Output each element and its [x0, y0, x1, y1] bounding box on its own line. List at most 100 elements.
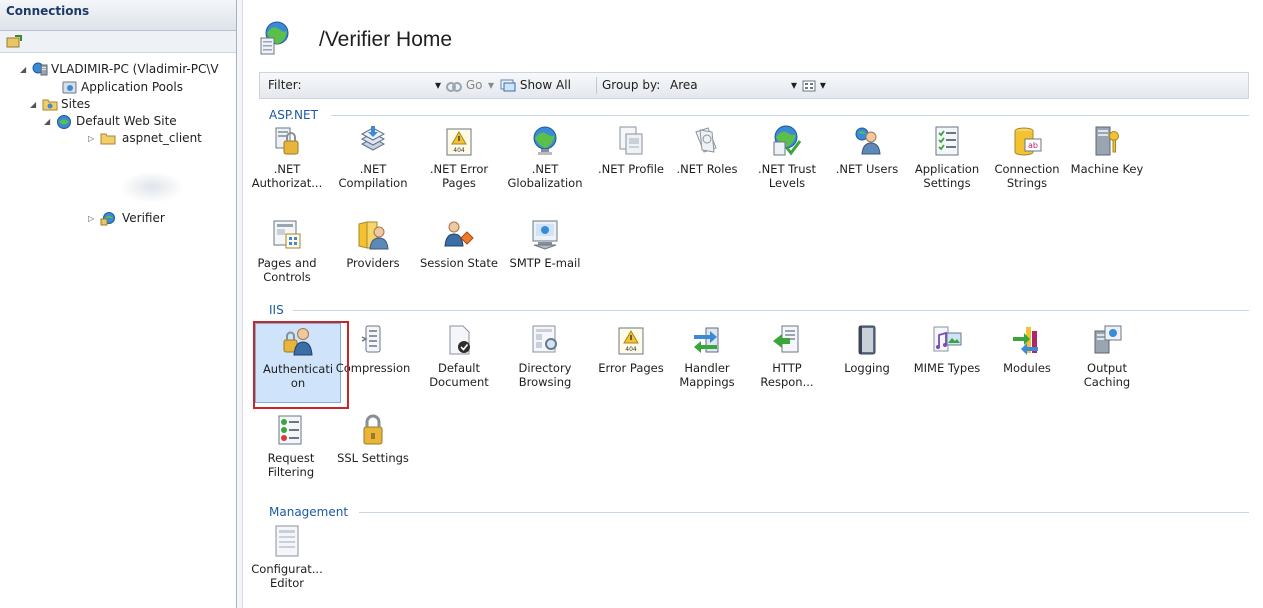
tree-item-verifier[interactable]: ▷ Verifier [0, 210, 236, 227]
collapse-arrow-icon[interactable]: ◢ [30, 100, 39, 109]
feature-net-authorization[interactable]: .NET Authorizat... [247, 124, 327, 190]
feature-connection-strings[interactable]: ab Connection Strings [987, 124, 1067, 190]
feature-label: Session State [420, 256, 498, 270]
net-error-pages-icon: 404 [442, 124, 476, 158]
feature-label: .NET Roles [676, 162, 738, 176]
view-dropdown-arrow-icon[interactable]: ▾ [820, 78, 826, 92]
connections-pane: Connections ◢ VLADIMIR-PC (Vladimir-PC\V… [0, 0, 237, 608]
filter-dropdown-arrow-icon[interactable]: ▾ [435, 78, 441, 92]
group-by-dropdown-arrow-icon[interactable]: ▾ [791, 78, 797, 92]
feature-mime-types[interactable]: MIME Types [907, 323, 987, 375]
feature-label: SMTP E-mail [509, 256, 581, 270]
tree-item-label: Verifier [122, 211, 165, 225]
feature-request-filtering[interactable]: Request Filtering [251, 413, 331, 479]
expand-arrow-icon[interactable]: ▷ [88, 134, 97, 143]
tree-item-sites[interactable]: ◢ Sites [0, 96, 236, 113]
handler-mappings-icon [690, 323, 724, 357]
feature-session-state[interactable]: Session State [419, 218, 499, 270]
providers-icon [356, 218, 390, 252]
feature-logging[interactable]: Logging [827, 323, 907, 375]
net-users-icon [850, 124, 884, 158]
collapse-arrow-icon[interactable]: ◢ [20, 65, 29, 74]
svg-text:404: 404 [625, 346, 637, 353]
go-label: Go [465, 78, 483, 92]
group-by-value: Area [670, 78, 698, 92]
group-divider [359, 512, 1249, 513]
mime-types-icon [930, 323, 964, 357]
feature-label: .NET Globalization [507, 162, 583, 190]
tree-item-default-web-site[interactable]: ◢ Default Web Site [0, 113, 236, 130]
feature-net-globalization[interactable]: .NET Globalization [505, 124, 585, 190]
error-pages-icon: 404 [614, 323, 648, 357]
feature-default-document[interactable]: Default Document [419, 323, 499, 389]
toolbar-separator [596, 77, 597, 94]
request-filtering-icon [274, 413, 308, 447]
feature-smtp-email[interactable]: SMTP E-mail [505, 218, 585, 270]
go-button[interactable]: Go [446, 78, 482, 92]
feature-pages-and-controls[interactable]: Pages and Controls [247, 218, 327, 284]
new-connection-icon[interactable] [6, 34, 22, 49]
feature-machine-key[interactable]: Machine Key [1067, 124, 1147, 176]
folder-icon [100, 131, 116, 146]
filter-label: Filter: [268, 78, 302, 92]
feature-label: Error Pages [598, 361, 664, 375]
feature-configuration-editor[interactable]: Configurat... Editor [247, 524, 327, 590]
connection-strings-icon: ab [1010, 124, 1044, 158]
feature-net-users[interactable]: .NET Users [827, 124, 907, 176]
feature-http-response-headers[interactable]: HTTP Respon... [747, 323, 827, 389]
feature-label: Application Settings [914, 162, 980, 190]
net-authorization-icon [270, 124, 304, 158]
app-pools-icon [62, 80, 78, 95]
feature-net-compilation[interactable]: .NET Compilation [333, 124, 413, 190]
show-all-button[interactable]: Show All [500, 78, 571, 92]
tree-item-label: Sites [61, 97, 91, 111]
feature-label: .NET Trust Levels [757, 162, 817, 190]
feature-label: .NET Compilation [338, 162, 408, 190]
feature-label: HTTP Respon... [760, 361, 814, 389]
group-divider [293, 310, 1249, 311]
group-by-select[interactable]: Area [670, 78, 698, 92]
tree-item-aspnet-client[interactable]: ▷ aspnet_client [0, 130, 236, 147]
tree-item-application-pools[interactable]: Application Pools [0, 79, 236, 96]
group-header-aspnet: ASP.NET [269, 108, 318, 122]
feature-label: Providers [346, 256, 400, 270]
connections-toolbar [0, 31, 236, 53]
feature-handler-mappings[interactable]: Handler Mappings [667, 323, 747, 389]
home-globe-icon [259, 20, 293, 56]
feature-error-pages[interactable]: 404 Error Pages [591, 323, 671, 375]
directory-browsing-icon [528, 323, 562, 357]
collapse-arrow-icon[interactable]: ◢ [44, 117, 53, 126]
modules-icon [1010, 323, 1044, 357]
feature-label: Request Filtering [267, 451, 315, 479]
expand-arrow-icon[interactable]: ▷ [88, 214, 97, 223]
group-header-management: Management [269, 505, 349, 519]
feature-directory-browsing[interactable]: Directory Browsing [505, 323, 585, 389]
feature-ssl-settings[interactable]: SSL Settings [333, 413, 413, 465]
tree-item-label: Default Web Site [76, 114, 177, 128]
go-dropdown-arrow-icon[interactable]: ▾ [488, 78, 494, 92]
website-globe-icon [56, 114, 72, 129]
compression-icon [356, 323, 390, 357]
feature-label: Handler Mappings [679, 361, 735, 389]
feature-output-caching[interactable]: Output Caching [1067, 323, 1147, 389]
feature-net-error-pages[interactable]: 404 .NET Error Pages [419, 124, 499, 190]
pages-and-controls-icon [270, 218, 304, 252]
selection-highlight [253, 321, 349, 409]
application-settings-icon [930, 124, 964, 158]
sites-folder-icon [42, 97, 58, 112]
feature-net-trust-levels[interactable]: .NET Trust Levels [747, 124, 827, 190]
feature-modules[interactable]: Modules [987, 323, 1067, 375]
page-title: /Verifier Home [319, 28, 453, 51]
tree-item-server[interactable]: ◢ VLADIMIR-PC (Vladimir-PC\V [0, 61, 236, 78]
tree-item-label: aspnet_client [122, 131, 202, 145]
feature-net-profile[interactable]: .NET Profile [591, 124, 671, 176]
feature-label: Output Caching [1083, 361, 1131, 389]
connections-tree: ◢ VLADIMIR-PC (Vladimir-PC\V Application… [0, 53, 236, 226]
view-mode-button[interactable]: ▾ [802, 78, 826, 92]
show-all-label: Show All [519, 78, 571, 92]
filter-input[interactable] [320, 77, 430, 94]
feature-providers[interactable]: Providers [333, 218, 413, 270]
feature-net-roles[interactable]: .NET Roles [667, 124, 747, 176]
feature-label: .NET Error Pages [429, 162, 489, 190]
feature-application-settings[interactable]: Application Settings [907, 124, 987, 190]
